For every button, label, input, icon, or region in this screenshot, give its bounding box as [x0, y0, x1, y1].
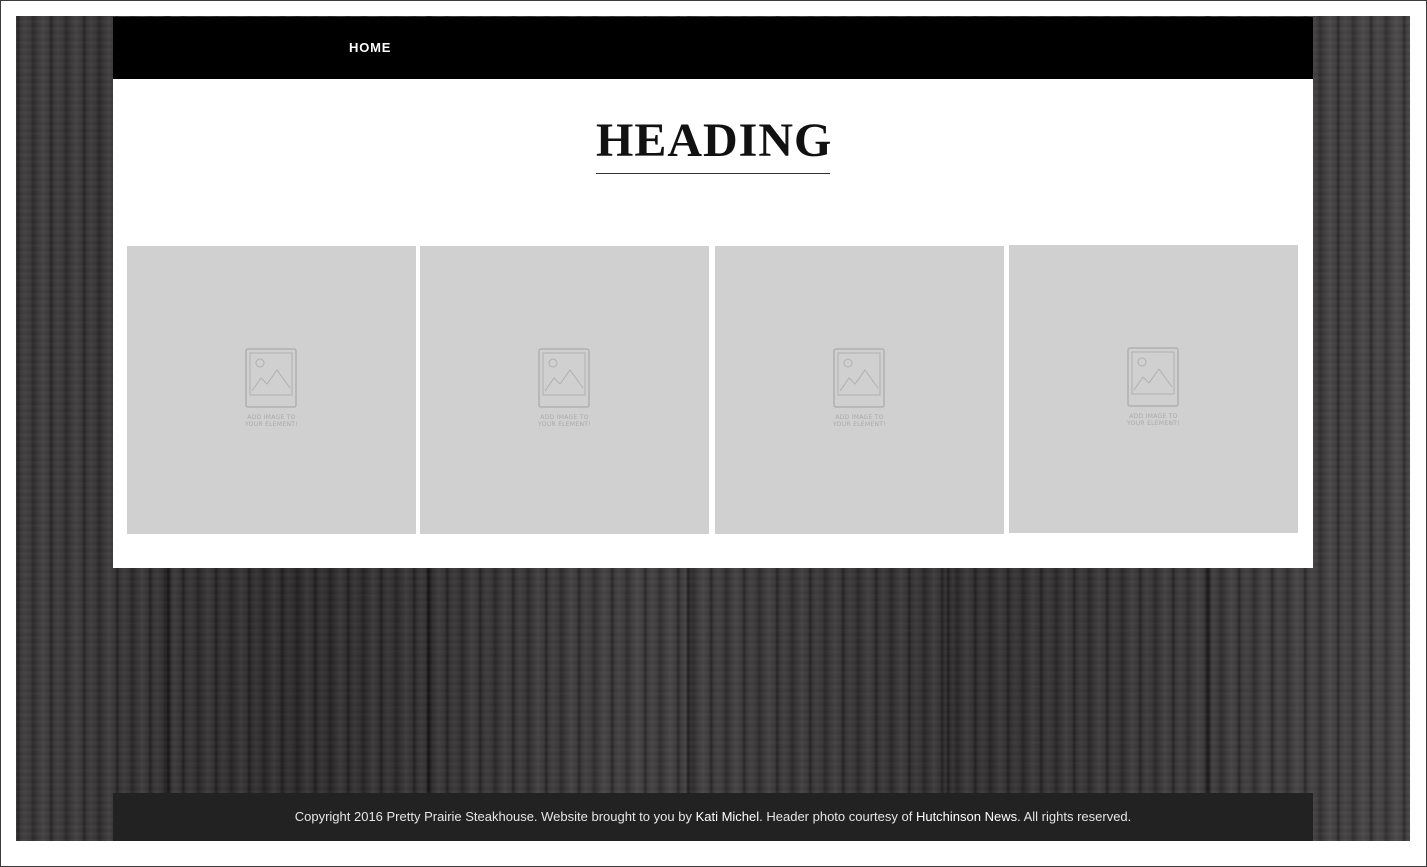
gallery-item[interactable]: ADD IMAGE TO YOUR ELEMENT! [127, 246, 416, 534]
placeholder-text: ADD IMAGE TO YOUR ELEMENT! [1127, 413, 1180, 427]
image-placeholder-icon [538, 348, 590, 408]
navbar: HOME [113, 17, 1313, 79]
footer-link-author[interactable]: Kati Michel [696, 809, 760, 824]
placeholder-text: ADD IMAGE TO YOUR ELEMENT! [833, 414, 886, 428]
footer: Copyright 2016 Pretty Prairie Steakhouse… [113, 793, 1313, 841]
image-placeholder-icon [1127, 347, 1179, 407]
page-heading: HEADING [596, 113, 831, 174]
gallery-item[interactable]: ADD IMAGE TO YOUR ELEMENT! [715, 246, 1004, 534]
placeholder-text: ADD IMAGE TO YOUR ELEMENT! [245, 414, 298, 428]
gallery-item[interactable]: ADD IMAGE TO YOUR ELEMENT! [1009, 245, 1298, 533]
footer-text-copyright: Copyright 2016 Pretty Prairie Steakhouse… [294, 809, 696, 824]
footer-link-photo-source[interactable]: Hutchinson News [916, 809, 1017, 824]
gallery-item[interactable]: ADD IMAGE TO YOUR ELEMENT! [420, 246, 709, 534]
image-placeholder-icon [245, 348, 297, 408]
placeholder-text: ADD IMAGE TO YOUR ELEMENT! [538, 414, 591, 428]
image-placeholder-icon [833, 348, 885, 408]
footer-text-rights: . All rights reserved. [1017, 809, 1132, 824]
page-container: HOME HEADING ADD IMAGE TO YOUR ELEMENT! … [113, 17, 1313, 568]
footer-text-photo: . Header photo courtesy of [759, 809, 916, 824]
nav-home-link[interactable]: HOME [349, 40, 391, 55]
